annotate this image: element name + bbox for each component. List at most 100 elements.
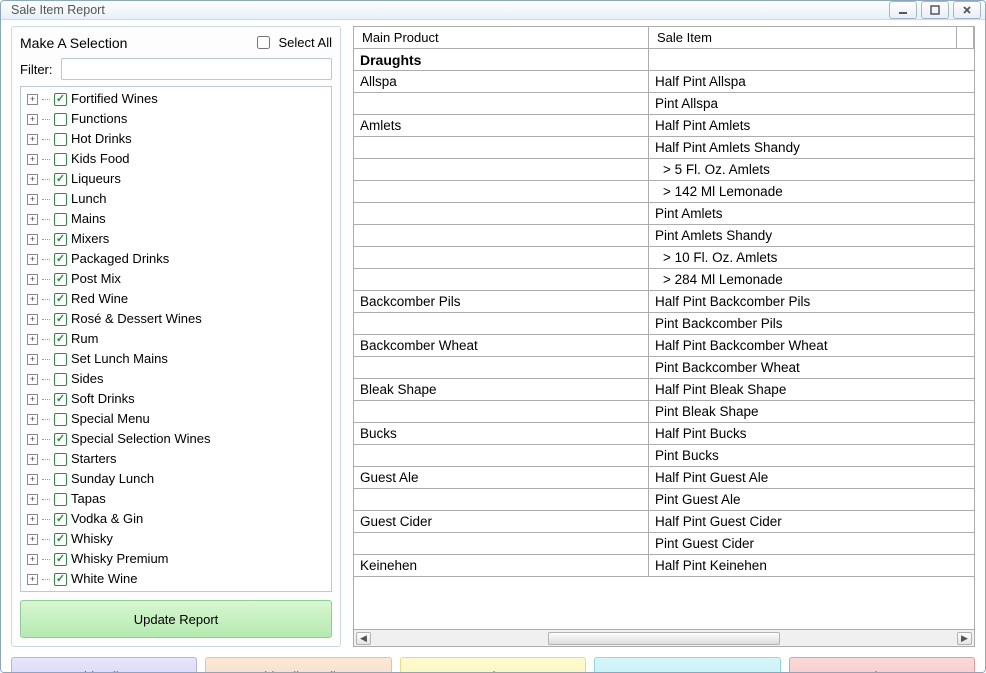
tree-checkbox[interactable]: [54, 433, 67, 446]
category-tree[interactable]: +Fortified Wines+Functions+Hot Drinks+Ki…: [20, 86, 332, 592]
tree-checkbox[interactable]: [54, 253, 67, 266]
table-row[interactable]: Pint Amlets: [354, 203, 974, 225]
tree-item[interactable]: +Liqueurs: [23, 169, 329, 189]
table-row[interactable]: > 5 Fl. Oz. Amlets: [354, 159, 974, 181]
tree-checkbox[interactable]: [54, 113, 67, 126]
tree-item[interactable]: +Tapas: [23, 489, 329, 509]
expand-icon[interactable]: +: [27, 254, 38, 265]
table-row[interactable]: Pint Guest Ale: [354, 489, 974, 511]
filter-input[interactable]: [61, 58, 333, 80]
expand-icon[interactable]: +: [27, 534, 38, 545]
close-button[interactable]: [953, 1, 981, 19]
tree-checkbox[interactable]: [54, 473, 67, 486]
tree-checkbox[interactable]: [54, 93, 67, 106]
tree-checkbox[interactable]: [54, 133, 67, 146]
table-row[interactable]: Bleak ShapeHalf Pint Bleak Shape: [354, 379, 974, 401]
tree-item[interactable]: +Kids Food: [23, 149, 329, 169]
tree-item[interactable]: +Whisky: [23, 529, 329, 549]
table-row[interactable]: BucksHalf Pint Bucks: [354, 423, 974, 445]
tree-checkbox[interactable]: [54, 573, 67, 586]
expand-icon[interactable]: +: [27, 454, 38, 465]
expand-icon[interactable]: +: [27, 154, 38, 165]
tree-item[interactable]: +Mixers: [23, 229, 329, 249]
table-row[interactable]: Pint Amlets Shandy: [354, 225, 974, 247]
tree-item[interactable]: +Fortified Wines: [23, 89, 329, 109]
update-report-button[interactable]: Update Report: [20, 600, 332, 638]
expand-icon[interactable]: +: [27, 514, 38, 525]
tree-item[interactable]: +Starters: [23, 449, 329, 469]
tree-checkbox[interactable]: [54, 153, 67, 166]
column-sale-item[interactable]: Sale Item: [649, 27, 957, 48]
tree-item[interactable]: +Hot Drinks: [23, 129, 329, 149]
tree-item[interactable]: +Whisky Premium: [23, 549, 329, 569]
table-row[interactable]: Pint Backcomber Wheat: [354, 357, 974, 379]
tree-item[interactable]: +Soft Drinks: [23, 389, 329, 409]
table-row[interactable]: Half Pint Amlets Shandy: [354, 137, 974, 159]
tree-checkbox[interactable]: [54, 193, 67, 206]
tree-item[interactable]: +Special Menu: [23, 409, 329, 429]
tree-checkbox[interactable]: [54, 553, 67, 566]
scroll-track[interactable]: [373, 632, 955, 645]
table-row[interactable]: Backcomber PilsHalf Pint Backcomber Pils: [354, 291, 974, 313]
tree-item[interactable]: +Mains: [23, 209, 329, 229]
tree-item[interactable]: +White Wine: [23, 569, 329, 589]
tree-item[interactable]: +Rosé & Dessert Wines: [23, 309, 329, 329]
tree-item[interactable]: +Rum: [23, 329, 329, 349]
tree-checkbox[interactable]: [54, 393, 67, 406]
column-main-product[interactable]: Main Product: [354, 27, 649, 48]
tree-item[interactable]: +Packaged Drinks: [23, 249, 329, 269]
expand-icon[interactable]: +: [27, 194, 38, 205]
select-all-checkbox[interactable]: Select All: [253, 33, 332, 52]
horizontal-scrollbar[interactable]: ◀ ▶: [354, 629, 974, 646]
table-row[interactable]: AmletsHalf Pint Amlets: [354, 115, 974, 137]
tree-item[interactable]: +Functions: [23, 109, 329, 129]
tree-checkbox[interactable]: [54, 233, 67, 246]
tree-item[interactable]: +Special Selection Wines: [23, 429, 329, 449]
tree-item[interactable]: +Vodka & Gin: [23, 509, 329, 529]
tree-item[interactable]: +Sides: [23, 369, 329, 389]
table-row[interactable]: > 10 Fl. Oz. Amlets: [354, 247, 974, 269]
expand-icon[interactable]: +: [27, 314, 38, 325]
tree-checkbox[interactable]: [54, 513, 67, 526]
expand-icon[interactable]: +: [27, 114, 38, 125]
table-row[interactable]: AllspaHalf Pint Allspa: [354, 71, 974, 93]
table-row[interactable]: KeinehenHalf Pint Keinehen: [354, 555, 974, 577]
table-row[interactable]: Pint Bleak Shape: [354, 401, 974, 423]
expand-icon[interactable]: +: [27, 554, 38, 565]
hide-all-details-button[interactable]: Hide All Details: [205, 657, 391, 673]
tree-checkbox[interactable]: [54, 213, 67, 226]
hide-filter-button[interactable]: Hide Filter: [11, 657, 197, 673]
tree-checkbox[interactable]: [54, 373, 67, 386]
tree-checkbox[interactable]: [54, 413, 67, 426]
section-row[interactable]: Draughts: [354, 49, 974, 71]
expand-icon[interactable]: +: [27, 374, 38, 385]
expand-icon[interactable]: +: [27, 494, 38, 505]
tree-checkbox[interactable]: [54, 273, 67, 286]
tree-item[interactable]: +Lunch: [23, 189, 329, 209]
tree-checkbox[interactable]: [54, 533, 67, 546]
table-row[interactable]: Pint Backcomber Pils: [354, 313, 974, 335]
scroll-thumb[interactable]: [548, 632, 781, 645]
expand-icon[interactable]: +: [27, 394, 38, 405]
scroll-left-icon[interactable]: ◀: [356, 632, 371, 645]
expand-icon[interactable]: +: [27, 294, 38, 305]
expand-icon[interactable]: +: [27, 214, 38, 225]
table-row[interactable]: Guest CiderHalf Pint Guest Cider: [354, 511, 974, 533]
close-action-button[interactable]: Close: [789, 657, 975, 673]
expand-icon[interactable]: +: [27, 234, 38, 245]
tree-checkbox[interactable]: [54, 173, 67, 186]
expand-icon[interactable]: +: [27, 334, 38, 345]
grid-body[interactable]: DraughtsAllspaHalf Pint AllspaPint Allsp…: [354, 49, 974, 629]
table-row[interactable]: > 284 Ml Lemonade: [354, 269, 974, 291]
scroll-right-icon[interactable]: ▶: [957, 632, 972, 645]
expand-icon[interactable]: +: [27, 474, 38, 485]
tree-checkbox[interactable]: [54, 493, 67, 506]
tree-checkbox[interactable]: [54, 313, 67, 326]
tree-checkbox[interactable]: [54, 293, 67, 306]
expand-icon[interactable]: +: [27, 174, 38, 185]
tree-item[interactable]: +Red Wine: [23, 289, 329, 309]
expand-icon[interactable]: +: [27, 414, 38, 425]
table-row[interactable]: Pint Bucks: [354, 445, 974, 467]
tree-checkbox[interactable]: [54, 453, 67, 466]
minimize-button[interactable]: [889, 1, 917, 19]
